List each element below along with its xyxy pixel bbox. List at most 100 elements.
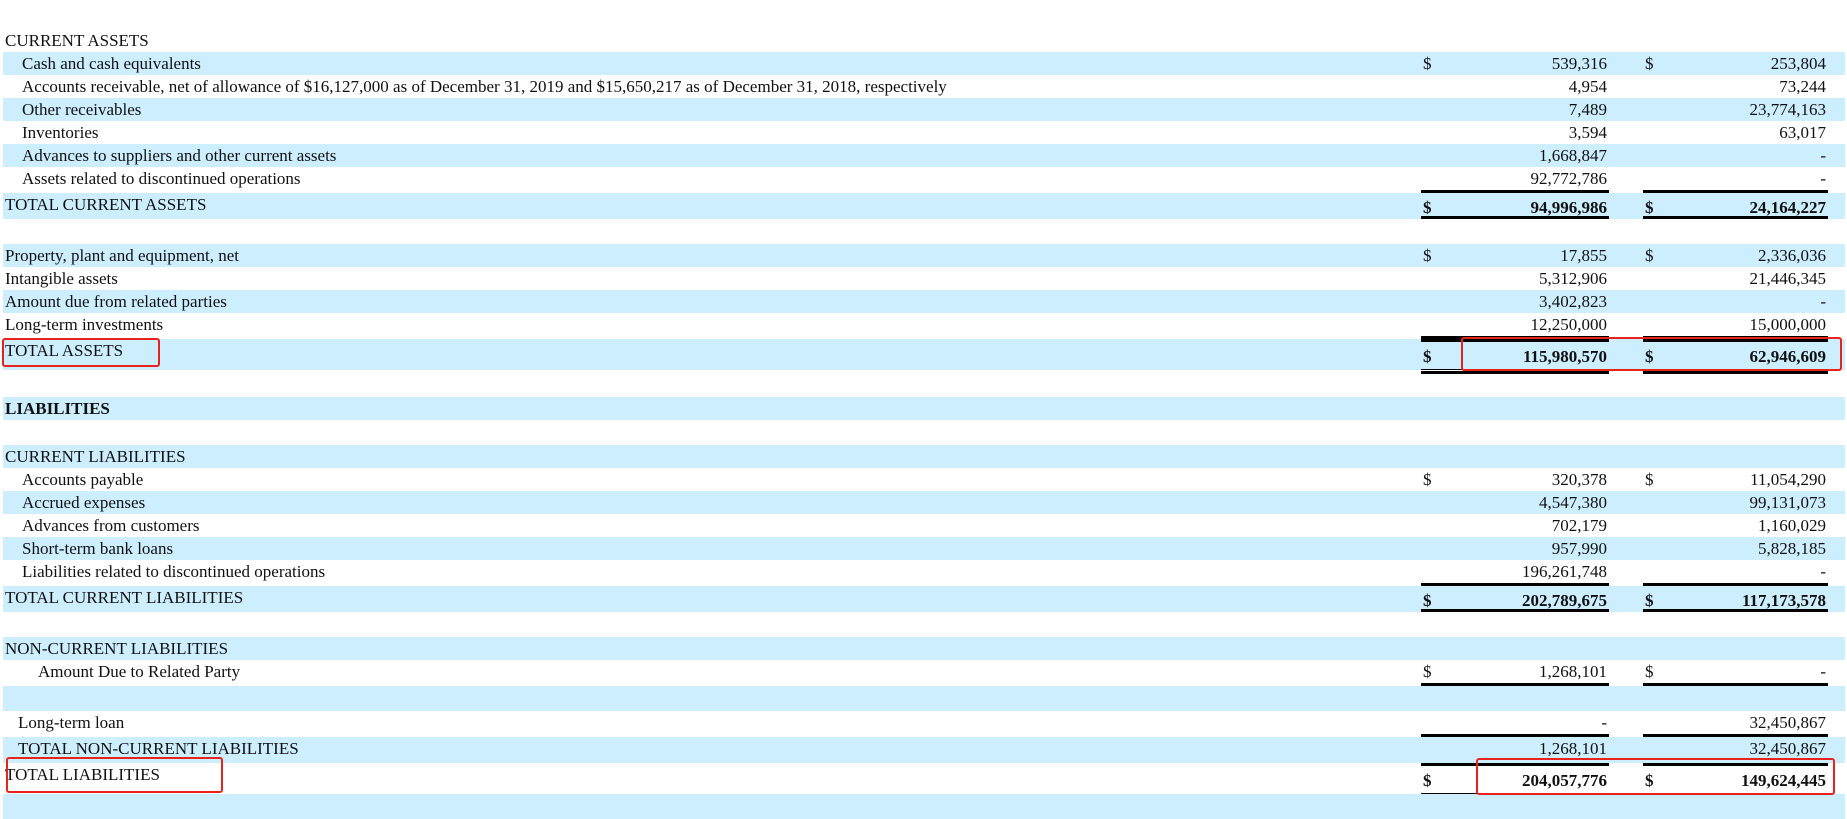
amount: 115,980,570 <box>1522 347 1607 366</box>
value-2018-cell: 1,160,029 <box>1643 514 1828 537</box>
row-stripe <box>3 686 1845 711</box>
table-row: TOTAL CURRENT LIABILITIES $202,789,675 $11… <box>0 586 1847 612</box>
row-label: TOTAL CURRENT ASSETS <box>5 195 207 214</box>
row-label: Advances to suppliers and other current … <box>22 146 337 165</box>
row-stripe <box>3 445 1845 468</box>
amount: 24,164,227 <box>1749 198 1827 217</box>
amount: 320,378 <box>1551 470 1607 489</box>
dollar-sign: $ <box>1645 771 1654 790</box>
amount: 94,996,986 <box>1530 198 1608 217</box>
dollar-sign: $ <box>1423 54 1432 73</box>
table-row: NON-CURRENT LIABILITIES <box>0 637 1847 660</box>
table-row: Accounts receivable, net of allowance of… <box>0 75 1847 98</box>
value-2018-cell: $24,164,227 <box>1643 193 1828 219</box>
amount: - <box>1820 292 1826 311</box>
table-row: Intangible assets 5,312,906 21,446,345 <box>0 267 1847 290</box>
table-row <box>0 686 1847 711</box>
row-stripe <box>3 794 1845 819</box>
amount: 73,244 <box>1779 77 1826 96</box>
value-2018-cell: $149,624,445 <box>1643 763 1828 798</box>
value-2018-cell: 32,450,867 <box>1643 711 1828 737</box>
amount: 62,946,609 <box>1749 347 1827 366</box>
value-2019-cell: 196,261,748 <box>1421 560 1609 586</box>
table-row: Cash and cash equivalents $539,316 $253,80… <box>0 52 1847 75</box>
amount: 4,547,380 <box>1539 493 1607 512</box>
value-2018-cell: 15,000,000 <box>1643 313 1828 339</box>
amount: 1,268,101 <box>1539 662 1607 681</box>
value-2019-cell: 3,402,823 <box>1421 290 1609 313</box>
value-2019-cell: 7,489 <box>1421 98 1609 121</box>
table-row: TOTAL LIABILITIES $204,057,776 $149,624,44… <box>0 763 1847 798</box>
value-2019-cell: 1,668,847 <box>1421 144 1609 167</box>
value-2019-cell: $204,057,776 <box>1421 763 1609 798</box>
dollar-sign: $ <box>1423 591 1432 610</box>
value-2018-cell: - <box>1643 167 1828 193</box>
amount: 1,160,029 <box>1758 516 1826 535</box>
value-2019-cell: $94,996,986 <box>1421 193 1609 219</box>
amount: 202,789,675 <box>1522 591 1607 610</box>
amount: 539,316 <box>1551 54 1607 73</box>
row-label: Liabilities related to discontinued oper… <box>22 562 326 581</box>
table-row: Liabilities related to discontinued oper… <box>0 560 1847 586</box>
dollar-sign: $ <box>1645 470 1654 489</box>
table-row: CURRENT ASSETS <box>0 29 1847 52</box>
amount: 11,054,290 <box>1750 470 1826 489</box>
value-2018-cell: - <box>1643 560 1828 586</box>
amount: - <box>1820 169 1826 188</box>
table-row: Advances to suppliers and other current … <box>0 144 1847 167</box>
value-2018-cell: $11,054,290 <box>1643 468 1828 491</box>
row-label: Accounts payable <box>22 470 144 489</box>
amount: 1,268,101 <box>1539 739 1607 758</box>
dollar-sign: $ <box>1423 347 1432 366</box>
table-row: Long-term loan - 32,450,867 <box>0 711 1847 737</box>
amount: 196,261,748 <box>1522 562 1607 581</box>
value-2018-cell: 63,017 <box>1643 121 1828 144</box>
value-2019-cell: 92,772,786 <box>1421 167 1609 193</box>
row-label: Accrued expenses <box>22 493 146 512</box>
row-label: Assets related to discontinued operation… <box>22 169 301 188</box>
dollar-sign: $ <box>1423 198 1432 217</box>
dollar-sign: $ <box>1423 662 1432 681</box>
row-label: Property, plant and equipment, net <box>5 246 240 265</box>
amount: 3,402,823 <box>1539 292 1607 311</box>
amount: - <box>1601 713 1607 732</box>
dollar-sign: $ <box>1645 347 1654 366</box>
amount: 23,774,163 <box>1749 100 1827 119</box>
value-2018-cell: $117,173,578 <box>1643 586 1828 612</box>
value-2018-cell: 21,446,345 <box>1643 267 1828 290</box>
amount: 63,017 <box>1779 123 1826 142</box>
value-2019-cell: $320,378 <box>1421 468 1609 491</box>
amount: 32,450,867 <box>1749 713 1827 732</box>
row-label: NON-CURRENT LIABILITIES <box>5 639 229 658</box>
amount: 4,954 <box>1568 77 1607 96</box>
table-row <box>0 370 1847 397</box>
value-2019-cell: 3,594 <box>1421 121 1609 144</box>
value-2019-cell: 4,547,380 <box>1421 491 1609 514</box>
table-row: Amount Due to Related Party $1,268,101 $ - <box>0 660 1847 686</box>
value-2019-cell: 702,179 <box>1421 514 1609 537</box>
dollar-sign: $ <box>1645 54 1654 73</box>
amount: 5,312,906 <box>1539 269 1607 288</box>
value-2019-cell: $539,316 <box>1421 52 1609 75</box>
value-2019-cell: 5,312,906 <box>1421 267 1609 290</box>
value-2018-cell: 99,131,073 <box>1643 491 1828 514</box>
value-2018-cell: - <box>1643 144 1828 167</box>
row-label: TOTAL CURRENT LIABILITIES <box>5 588 244 607</box>
value-2018-cell: $ - <box>1643 660 1828 686</box>
amount: - <box>1820 146 1826 165</box>
row-stripe <box>3 637 1845 660</box>
value-2018-cell: $2,336,036 <box>1643 244 1828 267</box>
amount: 702,179 <box>1551 516 1607 535</box>
row-label: CURRENT ASSETS <box>5 31 149 50</box>
value-2018-cell: $62,946,609 <box>1643 339 1828 374</box>
dollar-sign: $ <box>1645 246 1654 265</box>
table-row: TOTAL CURRENT ASSETS $94,996,986 $24,164,2… <box>0 193 1847 219</box>
value-2019-cell: 1,268,101 <box>1421 737 1609 763</box>
value-2018-cell: 23,774,163 <box>1643 98 1828 121</box>
table-row: Other receivables 7,489 23,774,163 <box>0 98 1847 121</box>
row-label: Short-term bank loans <box>22 539 174 558</box>
row-label: TOTAL NON-CURRENT LIABILITIES <box>18 739 299 758</box>
table-row <box>0 794 1847 819</box>
amount: 3,594 <box>1568 123 1607 142</box>
table-row: TOTAL ASSETS $115,980,570 $62,946,609 <box>0 339 1847 374</box>
